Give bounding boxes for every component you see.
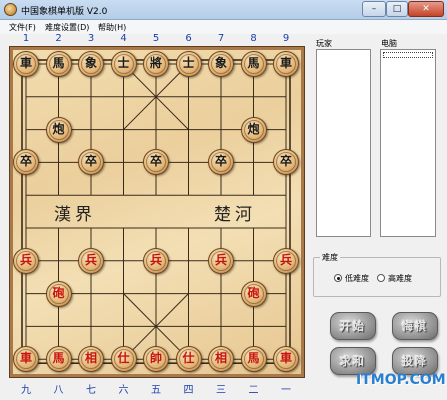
piece-label: 兵: [214, 252, 227, 267]
piece-label: 兵: [84, 252, 97, 267]
piece-label: 兵: [19, 252, 32, 267]
piece-label: 馬: [247, 351, 260, 366]
piece-label: 車: [19, 56, 32, 70]
piece-red-21[interactable]: 兵: [273, 247, 299, 274]
piece-red-31[interactable]: 馬: [240, 346, 267, 373]
piece-label: 卒: [149, 154, 162, 169]
piece-red-29[interactable]: 仕: [175, 346, 202, 373]
piece-label: 炮: [52, 121, 65, 136]
undo-button[interactable]: 悔棋: [392, 312, 438, 340]
piece-label: 馬: [247, 56, 260, 70]
start-label: 开始: [340, 320, 366, 333]
piece-red-18[interactable]: 兵: [78, 247, 104, 274]
piece-label: 士: [182, 56, 195, 70]
difficulty-low-label[interactable]: 低难度: [345, 273, 369, 284]
piece-label: 卒: [214, 154, 227, 169]
piece-black-5[interactable]: 將: [143, 51, 169, 77]
piece-label: 兵: [149, 252, 162, 267]
piece-label: 兵: [279, 252, 292, 267]
piece-black-12[interactable]: 卒: [13, 149, 39, 176]
piece-red-24[interactable]: 車: [13, 346, 39, 373]
draw-label: 求和: [340, 355, 366, 368]
piece-black-4[interactable]: 士: [110, 51, 137, 77]
piece-label: 卒: [84, 154, 97, 169]
piece-label: 象: [84, 56, 97, 70]
piece-label: 砲: [247, 285, 260, 300]
piece-black-7[interactable]: 象: [208, 51, 234, 77]
piece-label: 砲: [52, 285, 65, 300]
resign-button[interactable]: 投降: [392, 347, 438, 375]
piece-label: 車: [279, 351, 292, 366]
piece-red-23[interactable]: 砲: [240, 280, 267, 307]
piece-black-8[interactable]: 馬: [240, 51, 267, 77]
draw-button[interactable]: 求和: [330, 347, 376, 375]
piece-label: 帥: [149, 351, 162, 366]
piece-red-32[interactable]: 車: [273, 346, 299, 373]
piece-black-14[interactable]: 卒: [143, 149, 169, 176]
computer-move-list[interactable]: [380, 49, 436, 237]
piece-red-30[interactable]: 相: [208, 346, 234, 373]
piece-red-17[interactable]: 兵: [13, 247, 39, 274]
piece-red-22[interactable]: 砲: [45, 280, 72, 307]
computer-label: 电脑: [381, 39, 397, 48]
piece-black-15[interactable]: 卒: [208, 149, 234, 176]
piece-black-1[interactable]: 車: [13, 51, 39, 77]
start-button[interactable]: 开始: [330, 312, 376, 340]
piece-label: 士: [117, 56, 130, 70]
resign-label: 投降: [402, 355, 428, 368]
river-text-right: 楚河: [214, 205, 256, 225]
piece-label: 相: [214, 351, 227, 366]
piece-label: 車: [19, 351, 32, 366]
list-item[interactable]: [383, 52, 433, 58]
piece-label: 炮: [247, 121, 260, 136]
piece-red-19[interactable]: 兵: [143, 247, 169, 274]
piece-label: 卒: [19, 154, 32, 169]
piece-label: 馬: [52, 351, 65, 366]
river-text-left: 漢界: [54, 205, 96, 225]
piece-red-25[interactable]: 馬: [45, 346, 72, 373]
piece-label: 將: [149, 56, 162, 70]
piece-label: 車: [279, 56, 292, 70]
site-watermark: ITMOP.COM: [356, 372, 446, 388]
player-move-list[interactable]: [316, 49, 371, 237]
piece-black-2[interactable]: 馬: [45, 51, 72, 77]
difficulty-high-label[interactable]: 高难度: [388, 273, 412, 284]
piece-label: 相: [84, 351, 97, 366]
piece-black-9[interactable]: 車: [273, 51, 299, 77]
undo-label: 悔棋: [402, 320, 428, 333]
difficulty-low-radio[interactable]: [334, 274, 342, 282]
difficulty-high-radio[interactable]: [377, 274, 385, 282]
piece-label: 象: [214, 56, 227, 70]
piece-black-10[interactable]: 炮: [45, 116, 72, 143]
piece-black-16[interactable]: 卒: [273, 149, 299, 176]
piece-red-27[interactable]: 仕: [110, 346, 137, 373]
piece-black-6[interactable]: 士: [175, 51, 202, 77]
difficulty-title: 难度: [320, 252, 340, 263]
piece-label: 馬: [52, 56, 65, 70]
piece-red-20[interactable]: 兵: [208, 247, 234, 274]
piece-black-13[interactable]: 卒: [78, 149, 104, 176]
player-label: 玩家: [316, 39, 332, 48]
piece-red-26[interactable]: 相: [78, 346, 104, 373]
piece-label: 仕: [182, 351, 195, 366]
piece-label: 仕: [117, 351, 130, 366]
piece-black-11[interactable]: 炮: [240, 116, 267, 143]
piece-red-28[interactable]: 帥: [143, 346, 169, 373]
piece-black-3[interactable]: 象: [78, 51, 104, 77]
piece-label: 卒: [279, 154, 292, 169]
